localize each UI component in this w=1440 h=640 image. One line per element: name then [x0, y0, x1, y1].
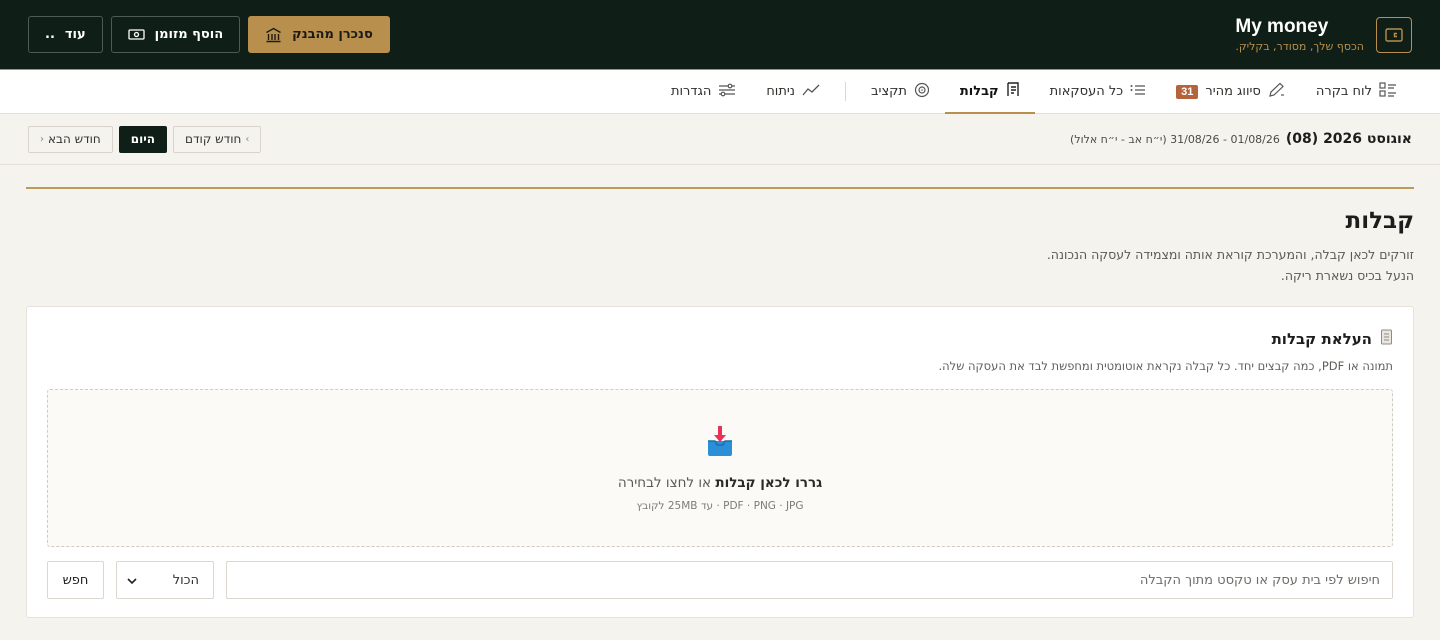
main-nav: לוח בקרה סיווג מהיר 31 כל העסקאות קבלות …: [0, 70, 1440, 114]
tab-budget-label: תקציב: [871, 84, 907, 99]
period-navigation: חודש הבא ‹ היום › חודש קודם: [28, 125, 262, 153]
period-range: 01/08/26 - 31/08/26 (י״ח אב - י״ח אלול): [1070, 133, 1280, 146]
tab-all-transactions[interactable]: כל העסקאות: [1035, 70, 1161, 113]
tab-dashboard[interactable]: לוח בקרה: [1301, 70, 1412, 113]
add-cash-button[interactable]: הוסף מזומן: [110, 16, 241, 53]
wallet-icon: [1376, 16, 1412, 53]
receipt-scroll-icon: [1380, 329, 1393, 349]
dashboard-icon: [1379, 81, 1397, 102]
cash-icon: [128, 28, 145, 41]
current-period: אוגוסט 2026 (08) 01/08/26 - 31/08/26 (י״…: [1070, 131, 1412, 147]
period-title: אוגוסט 2026 (08): [1285, 131, 1412, 147]
top-actions: עוד .. הוסף מזומן סנכרן מהבנק: [28, 16, 390, 53]
search-row: הכול חפש: [47, 561, 1393, 599]
receipt-filter-select[interactable]: הכול: [116, 561, 214, 599]
target-icon: [914, 82, 930, 102]
search-button[interactable]: חפש: [47, 561, 104, 599]
bank-icon: [265, 27, 282, 43]
tab-budget[interactable]: תקציב: [856, 70, 945, 113]
sync-bank-button[interactable]: סנכרן מהבנק: [248, 16, 390, 53]
chevron-left-icon: ‹: [40, 133, 44, 145]
tab-quick-classify[interactable]: סיווג מהיר 31: [1161, 70, 1301, 113]
more-button-label: עוד: [64, 27, 86, 42]
more-button[interactable]: עוד ..: [28, 16, 103, 53]
page-title: קבלות: [1345, 208, 1414, 234]
prev-month-label: חודש קודם: [185, 132, 242, 146]
inbox-tray-icon: [706, 425, 734, 461]
tab-dashboard-label: לוח בקרה: [1315, 84, 1372, 99]
nav-divider: [845, 82, 847, 101]
add-cash-button-label: הוסף מזומן: [154, 27, 224, 42]
tab-receipts-label: קבלות: [959, 84, 999, 99]
sync-bank-button-label: סנכרן מהבנק: [292, 27, 373, 42]
tab-all-transactions-label: כל העסקאות: [1049, 84, 1124, 99]
more-dots-icon: ..: [45, 27, 55, 42]
dropzone-instructions: גררו לכאן קבלות או לחצו לבחירה: [618, 475, 822, 491]
sliders-icon: [718, 83, 736, 101]
pending-count-badge: 31: [1176, 84, 1199, 99]
tab-quick-classify-label: סיווג מהיר: [1205, 84, 1261, 99]
tab-settings-label: הגדרות: [670, 84, 712, 99]
tab-analysis-label: ניתוח: [766, 84, 796, 99]
receipt-search-input[interactable]: [226, 561, 1393, 599]
tab-receipts[interactable]: קבלות: [944, 70, 1035, 114]
dropzone-rest-text: או לחצו לבחירה: [617, 474, 712, 491]
chevron-down-icon: [127, 573, 137, 588]
page-description: זורקים לכאן קבלה, והמערכת קוראת אותה ומצ…: [1046, 247, 1414, 283]
upload-title-text: העלאת קבלות: [1271, 330, 1372, 348]
top-header: My money הכסף שלך, מסודר, בקליק. עוד .. …: [0, 0, 1440, 70]
section-divider: [26, 187, 1414, 189]
main-content: קבלות זורקים לכאן קבלה, והמערכת קוראת או…: [0, 165, 1440, 618]
trend-line-icon: [802, 83, 820, 101]
brand[interactable]: My money הכסף שלך, מסודר, בקליק.: [1235, 16, 1412, 53]
tab-analysis[interactable]: ניתוח: [751, 70, 835, 113]
list-icon: [1130, 84, 1146, 100]
pencil-icon: [1268, 82, 1286, 102]
period-bar: אוגוסט 2026 (08) 01/08/26 - 31/08/26 (י״…: [0, 114, 1440, 165]
upload-subtitle: תמונה או PDF, כמה קבצים יחד. כל קבלה נקר…: [938, 359, 1394, 373]
supported-formats: PDF · PNG · JPG · עד 25MB לקובץ: [636, 499, 804, 512]
upload-card-title: העלאת קבלות: [47, 329, 1393, 349]
dropzone-bold-text: גררו לכאן קבלות: [715, 474, 823, 491]
receipt-dropzone[interactable]: גררו לכאן קבלות או לחצו לבחירה PDF · PNG…: [47, 389, 1393, 547]
prev-month-button[interactable]: › חודש קודם: [173, 125, 262, 153]
app-title: My money: [1235, 16, 1329, 37]
today-button[interactable]: היום: [118, 125, 168, 153]
app-tagline: הכסף שלך, מסודר, בקליק.: [1235, 40, 1364, 53]
next-month-label: חודש הבא: [48, 132, 101, 146]
tab-settings[interactable]: הגדרות: [656, 70, 751, 113]
receipt-icon: [1006, 82, 1020, 101]
today-label: היום: [130, 132, 156, 146]
chevron-right-icon: ›: [245, 133, 250, 145]
next-month-button[interactable]: חודש הבא ‹: [28, 125, 113, 153]
upload-card: העלאת קבלות תמונה או PDF, כמה קבצים יחד.…: [26, 306, 1414, 618]
filter-selected-value: הכול: [172, 572, 199, 588]
